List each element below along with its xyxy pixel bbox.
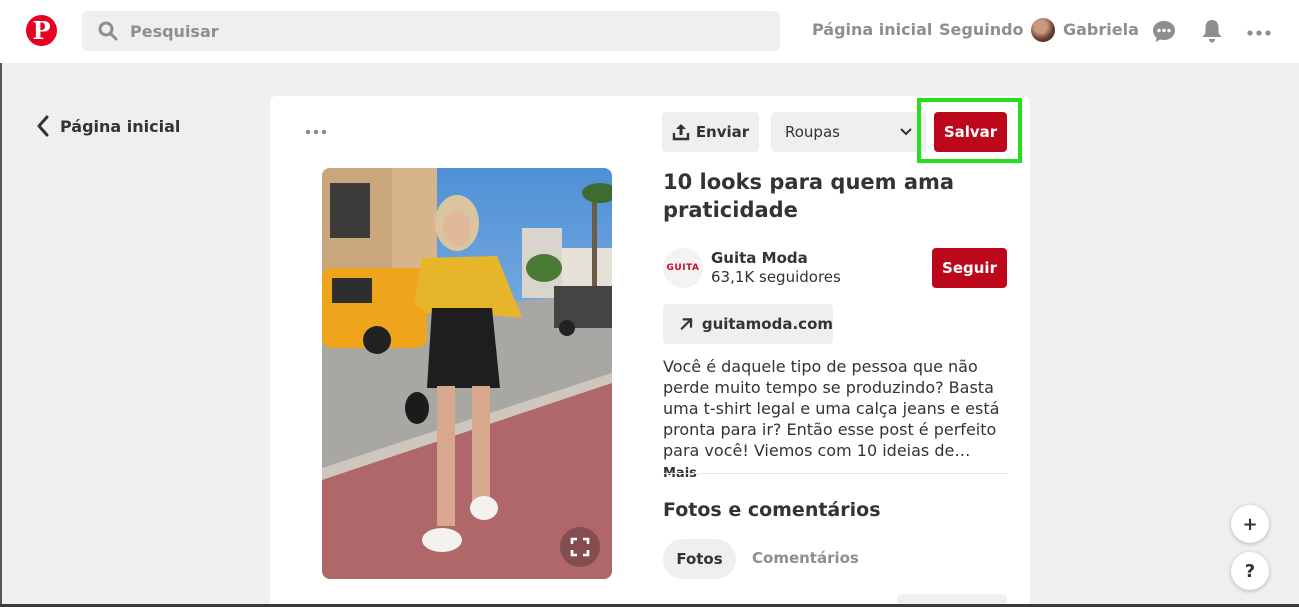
board-select[interactable]: Roupas	[771, 112, 926, 152]
pin-description: Você é daquele tipo de pessoa que não pe…	[663, 356, 1005, 484]
save-button[interactable]: Salvar	[934, 112, 1007, 152]
help-button[interactable]: ?	[1231, 552, 1269, 590]
share-upload-icon	[672, 124, 690, 141]
send-button-label: Enviar	[695, 123, 750, 141]
chevron-down-icon	[900, 128, 912, 136]
nav-following-link[interactable]: Seguindo	[939, 20, 1024, 39]
divider	[663, 473, 1007, 474]
source-link-label: guitamoda.com	[701, 315, 833, 333]
expand-image-button[interactable]	[560, 527, 600, 567]
arrow-up-right-icon	[680, 318, 693, 330]
back-link[interactable]: Página inicial	[36, 115, 180, 137]
creator-logo-text: GUITA	[666, 263, 700, 273]
creator-name[interactable]: Guita Moda	[711, 249, 808, 267]
nav-home-link[interactable]: Página inicial	[812, 20, 932, 39]
pinterest-logo-icon[interactable]: P	[26, 15, 57, 46]
pin-description-text: Você é daquele tipo de pessoa que não pe…	[663, 357, 1000, 460]
tab-photos[interactable]: Fotos	[663, 539, 736, 579]
creator-avatar[interactable]: GUITA	[663, 248, 703, 288]
source-link-button[interactable]: guitamoda.com	[663, 304, 833, 344]
chat-icon[interactable]	[1151, 18, 1177, 44]
photos-comments-heading: Fotos e comentários	[663, 499, 881, 521]
board-select-value: Roupas	[785, 123, 840, 141]
fullscreen-icon	[570, 537, 590, 557]
user-avatar[interactable]	[1031, 18, 1055, 42]
more-options-icon[interactable]	[1246, 20, 1272, 46]
search-input[interactable]	[130, 11, 750, 51]
notifications-bell-icon[interactable]	[1199, 18, 1225, 44]
top-header: P Página inicial Seguindo Gabriela	[0, 0, 1299, 63]
search-icon	[98, 21, 118, 41]
tab-comments[interactable]: Comentários	[752, 549, 859, 567]
pin-title: 10 looks para quem ama praticidade	[663, 170, 955, 222]
add-button[interactable]: +	[1231, 505, 1269, 543]
chevron-left-icon	[37, 115, 49, 137]
pin-image[interactable]	[322, 168, 612, 579]
pin-photo-illustration	[322, 168, 612, 579]
creator-followers: 63,1K seguidores	[711, 268, 841, 286]
follow-button[interactable]: Seguir	[932, 248, 1007, 288]
nav-user-link[interactable]: Gabriela	[1063, 20, 1139, 39]
pin-more-options-icon[interactable]	[304, 122, 328, 142]
window-edge	[0, 63, 2, 607]
back-link-label: Página inicial	[60, 116, 181, 136]
search-bar[interactable]	[82, 11, 780, 51]
send-button[interactable]: Enviar	[662, 112, 759, 152]
